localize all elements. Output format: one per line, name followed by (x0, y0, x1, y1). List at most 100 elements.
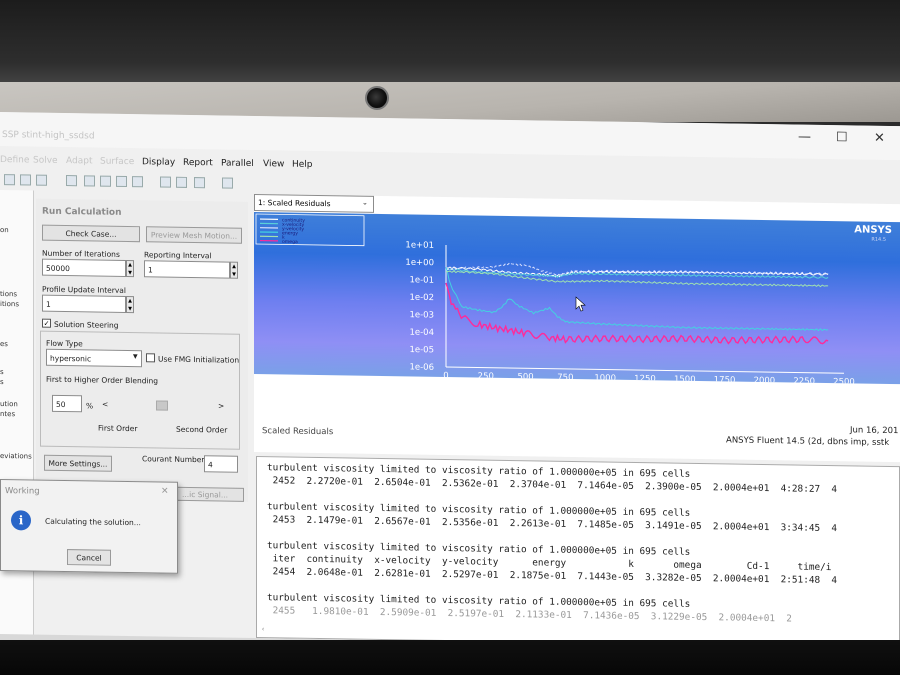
y-tick-label: 1e-05 (409, 345, 434, 355)
menu-display[interactable]: Display (142, 157, 175, 168)
menu-parallel[interactable]: Parallel (221, 158, 254, 169)
chevron-down-icon: ▼ (133, 353, 138, 361)
x-tick-label: 1250 (634, 374, 656, 384)
working-dialog: Working ✕ i Calculating the solution... … (0, 479, 178, 574)
reporting-interval-spinner[interactable]: ▲ ▼ (230, 261, 238, 279)
y-tick-label: 1e-04 (409, 328, 434, 338)
run-calculation-panel: Run Calculation Check Case... Preview Me… (36, 198, 248, 502)
view-select[interactable]: 1: Scaled Residuals (254, 193, 374, 213)
plot-caption: Scaled Residuals (262, 426, 334, 438)
console-line: 2453 2.1479e-01 2.6567e-01 2.5356e-01 2.… (267, 514, 838, 535)
residuals-plot[interactable]: 1e+01 1e+00 1e-01 1e-02 1e-03 1e-04 1e-05 1e-06… (254, 211, 900, 393)
layout-icon[interactable] (222, 177, 233, 189)
use-fmg-label: Use FMG Initialization (158, 354, 240, 365)
ansys-version: R14.5 (871, 236, 886, 243)
nav-item[interactable]: ution (0, 400, 18, 408)
x-tick-label: 750 (557, 373, 573, 383)
print-icon[interactable] (36, 174, 47, 186)
y-tick-label: 1e-01 (409, 275, 434, 285)
menu-solve[interactable]: Solve (33, 156, 58, 166)
view-select-chevron-icon[interactable]: ⌄ (362, 199, 368, 207)
x-tick-label: 2500 (833, 377, 855, 384)
profile-update-spinner[interactable]: ▲ ▼ (126, 295, 134, 314)
menu-report[interactable]: Report (183, 158, 213, 168)
open-icon[interactable] (4, 174, 15, 186)
console-line: 2455 1.9810e-01 2.5909e-01 2.5197e-01 2.… (267, 605, 792, 625)
probe-icon[interactable] (176, 176, 187, 188)
blending-input[interactable]: 50 (52, 394, 82, 413)
nav-item[interactable]: eviations (0, 452, 32, 460)
y-tick-label: 1e-03 (409, 310, 434, 320)
courant-number-input[interactable]: 4 (204, 455, 238, 473)
save-icon[interactable] (20, 174, 31, 186)
screen: SSP stint-high_ssdsd — ☐ ✕ Define Solve … (0, 112, 900, 659)
x-tick-label: 1500 (674, 375, 696, 385)
console-scroll-left-icon[interactable]: ‹ (261, 625, 265, 633)
slider-left-arrow-icon[interactable]: < (102, 400, 108, 409)
nav-item[interactable]: tions (0, 290, 17, 298)
solution-steering-checkbox[interactable]: ✓ (42, 318, 51, 328)
select-icon[interactable] (66, 175, 77, 187)
use-fmg-checkbox[interactable] (146, 353, 155, 363)
rotate-icon[interactable] (84, 175, 95, 187)
blending-slider-thumb[interactable] (156, 400, 168, 411)
slider-right-arrow-icon[interactable]: > (218, 401, 224, 410)
reporting-interval-input[interactable]: 1 (144, 260, 230, 279)
pan-icon[interactable] (100, 175, 111, 187)
iterations-spinner[interactable]: ▲ ▼ (126, 259, 134, 278)
dialog-close-icon[interactable]: ✕ (161, 487, 169, 497)
nav-item[interactable]: es (0, 340, 8, 348)
maximize-button[interactable]: ☐ (836, 130, 848, 145)
first-order-label: First Order (98, 423, 138, 434)
menu-define[interactable]: Define (0, 155, 29, 165)
check-case-button[interactable]: Check Case... (42, 224, 140, 243)
x-tick-label: 1000 (594, 373, 616, 383)
nav-item[interactable]: s (0, 368, 4, 376)
blending-label: First to Higher Order Blending (46, 374, 159, 386)
courant-number-label: Courant Number (142, 454, 205, 465)
flow-type-label: Flow Type (46, 338, 83, 349)
toolbar (0, 170, 252, 196)
webcam (365, 86, 389, 110)
arrange-icon[interactable] (194, 177, 205, 189)
x-tick-label: 0 (443, 371, 448, 381)
series-line-x-velocity (445, 267, 829, 279)
panel-title: Run Calculation (42, 206, 122, 218)
menu-adapt[interactable]: Adapt (66, 156, 92, 166)
zoom-in-icon[interactable] (116, 175, 127, 187)
window-title: SSP stint-high_ssdsd (2, 130, 95, 142)
profile-update-label: Profile Update Interval (42, 284, 126, 295)
minimize-button[interactable]: — (798, 130, 811, 145)
nav-item[interactable]: s (0, 378, 4, 386)
iterations-input[interactable]: 50000 (42, 258, 126, 277)
x-axis (446, 366, 844, 374)
residuals-chart-svg: 1e+01 1e+00 1e-01 1e-02 1e-03 1e-04 1e-05 1e-06… (255, 213, 855, 393)
y-tick-label: 1e+01 (405, 240, 434, 250)
nav-item[interactable]: on (0, 226, 9, 234)
menu-view[interactable]: View (263, 159, 284, 169)
legend-label: omega (282, 240, 298, 245)
flow-type-select[interactable]: hypersonic (46, 348, 142, 368)
preview-mesh-motion-button[interactable]: Preview Mesh Motion... (146, 226, 242, 244)
plot-date: Jun 16, 201 (850, 425, 899, 437)
y-tick-label: 1e+00 (405, 258, 434, 268)
laptop-bezel-top (0, 0, 900, 90)
menu-help[interactable]: Help (292, 160, 313, 170)
y-tick-label: 1e-02 (409, 293, 434, 303)
zoom-fit-icon[interactable] (160, 176, 171, 188)
close-button[interactable]: ✕ (874, 131, 885, 146)
blending-unit: % (86, 401, 94, 411)
cancel-button[interactable]: Cancel (67, 549, 111, 566)
reporting-interval-label: Reporting Interval (144, 250, 212, 261)
more-settings-button[interactable]: More Settings... (44, 454, 112, 472)
y-tick-label: 1e-06 (409, 362, 434, 372)
profile-update-input[interactable]: 1 (42, 294, 126, 313)
dialog-title: Working (5, 486, 40, 497)
console-line: 2452 2.2720e-01 2.6504e-01 2.5362e-01 2.… (267, 475, 838, 496)
nav-item[interactable]: ntes (0, 410, 15, 418)
console-window[interactable]: turbulent viscosity limited to viscosity… (256, 456, 900, 649)
graphics-window: 1e+01 1e+00 1e-01 1e-02 1e-03 1e-04 1e-05 1e-06… (254, 193, 900, 463)
zoom-box-icon[interactable] (132, 176, 143, 188)
nav-item[interactable]: itions (0, 300, 19, 308)
menu-surface[interactable]: Surface (100, 157, 134, 168)
